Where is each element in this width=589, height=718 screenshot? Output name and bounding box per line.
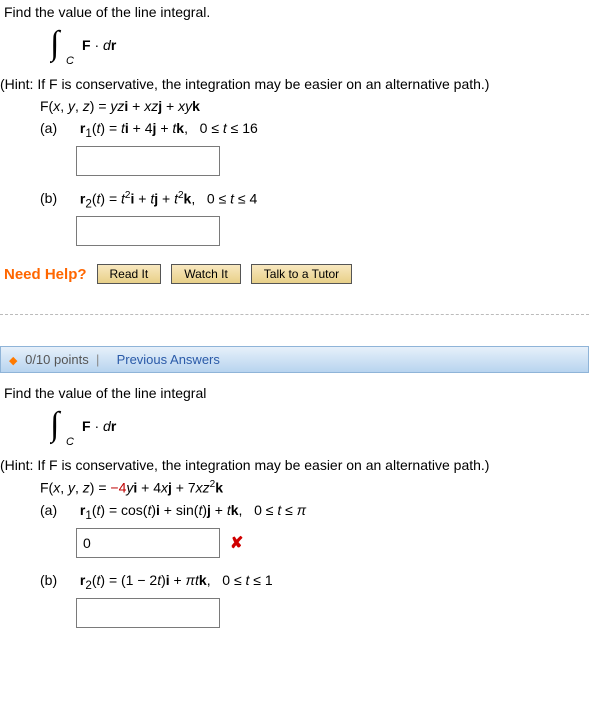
svg-text:F · dr: F · dr [82,418,117,434]
q1-part-a-label: (a) [40,120,76,136]
svg-text:C: C [66,436,74,448]
q2-points: 0/10 points [25,352,89,367]
q2-field: F(x, y, z) = −4yi + 4xj + 7xz2k [40,479,589,496]
svg-text:C: C [66,55,74,67]
watch-it-button[interactable]: Watch It [171,264,241,284]
previous-answers-link[interactable]: Previous Answers [117,352,220,367]
svg-text:∫: ∫ [50,25,62,64]
q1-part-a: (a) r1(t) = ti + 4j + tk, 0 ≤ t ≤ 16 [40,120,589,140]
q1-part-a-input[interactable] [76,146,220,176]
q2-part-b-label: (b) [40,572,76,588]
q2-part-a: (a) r1(t) = cos(t)i + sin(t)j + tk, 0 ≤ … [40,502,589,522]
q2-prompt: Find the value of the line integral [4,385,589,401]
talk-tutor-button[interactable]: Talk to a Tutor [251,264,352,284]
q2-hint: (Hint: If F is conservative, the integra… [0,457,589,473]
q1-integral: ∫ C F · dr [50,24,589,68]
q2-part-a-input[interactable] [76,528,220,558]
q2-part-b: (b) r2(t) = (1 − 2t)i + πtk, 0 ≤ t ≤ 1 [40,572,589,592]
q2-part-b-input[interactable] [76,598,220,628]
q1-part-b-label: (b) [40,190,76,206]
q2-header: ◆ 0/10 points | Previous Answers [0,346,589,373]
wrong-icon: ✘ [230,533,243,553]
bullet-icon: ◆ [9,355,17,367]
svg-text:F · dr: F · dr [82,37,117,53]
q2-integral: ∫ C F · dr [50,405,589,449]
q1-part-b-input[interactable] [76,216,220,246]
read-it-button[interactable]: Read It [97,264,162,284]
need-help-label: Need Help? [4,266,87,283]
svg-text:∫: ∫ [50,406,62,445]
q2-part-a-label: (a) [40,502,76,518]
q1-part-b: (b) r2(t) = t2i + tj + t2k, 0 ≤ t ≤ 4 [40,190,589,210]
help-row: Need Help? Read It Watch It Talk to a Tu… [4,264,589,284]
divider [0,314,589,316]
q1-prompt: Find the value of the line integral. [4,4,589,20]
q1-field: F(x, y, z) = yzi + xzj + xyk [40,98,589,114]
q1-hint: (Hint: If F is conservative, the integra… [0,76,589,92]
